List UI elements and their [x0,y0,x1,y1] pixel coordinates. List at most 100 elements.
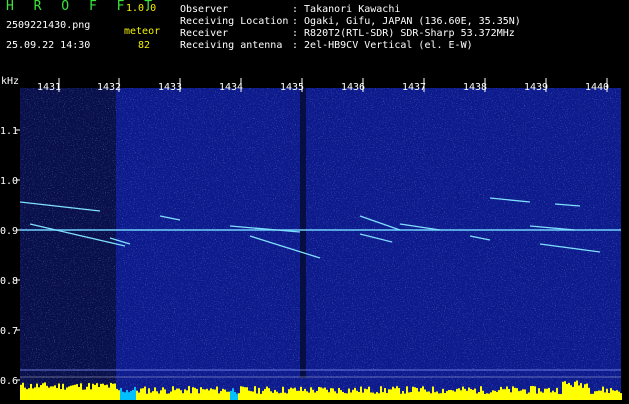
noise-floor-bar [616,390,618,400]
noise-floor-bar [414,387,416,400]
noise-floor-bar [362,392,364,400]
noise-floor-bar [186,390,188,400]
noise-floor-bar [118,390,120,400]
noise-floor-bar [608,392,610,400]
noise-floor-bar [290,387,292,400]
noise-floor-bar [142,388,144,400]
noise-floor-bar [436,391,438,400]
noise-floor-bar [282,386,284,400]
noise-floor-bar [154,387,156,400]
noise-floor-bar [582,387,584,400]
noise-floor-bar [572,386,574,400]
noise-floor-bar [294,387,296,400]
noise-floor-bar [536,393,538,400]
noise-floor-bar [378,393,380,400]
noise-floor-bar [116,388,118,400]
time-label: 1434 [219,82,243,93]
noise-floor-bar [590,393,592,400]
noise-floor-bar [412,386,414,400]
header-panel: H R O F F T 1.0.0 2509221430.png meteor … [0,0,629,74]
noise-floor-bar [292,388,294,400]
noise-floor-bar [380,386,382,400]
noise-floor-bar [198,393,200,400]
noise-floor-bar [298,390,300,400]
antenna-label: Receiving antenna [180,40,283,51]
noise-floor-bar [332,388,334,400]
noise-floor-bar [24,387,26,400]
time-label: 1438 [463,82,487,93]
time-label: 1435 [280,82,304,93]
noise-floor-bar [98,387,100,400]
noise-floor-bar [546,388,548,400]
noise-floor-bar [108,387,110,400]
noise-floor-bar [152,391,154,400]
noise-floor-bar [366,389,368,400]
location-value: : Ogaki, Gifu, JAPAN (136.60E, 35.35N) [292,16,521,27]
noise-floor-bar [124,392,126,400]
noise-floor-bar [80,383,82,400]
noise-floor-bar [160,390,162,400]
noise-floor-bar [568,382,570,400]
noise-floor-bar [440,393,442,400]
noise-floor-bar [584,384,586,400]
noise-floor-bar [466,390,468,400]
noise-floor-bar [408,392,410,400]
noise-floor-bar [448,389,450,400]
noise-floor-bar [432,386,434,400]
noise-floor-bar [580,383,582,400]
noise-floor-bar [190,393,192,400]
noise-floor-bar [134,386,136,400]
noise-floor-bar [120,388,122,400]
noise-floor-bar [468,387,470,400]
noise-floor-bar [44,382,46,400]
noise-floor-bar [420,388,422,400]
freq-label: 0.7 [0,326,18,337]
spectrogram-panel: 1431 1432 1433 1434 1435 1436 1437 1438 1439 1440… [0,74,629,400]
noise-floor-bar [92,383,94,400]
noise-floor-bar [256,393,258,400]
noise-floor-bar [308,392,310,400]
noise-floor-bar [40,385,42,400]
noise-floor-bar [156,391,158,400]
noise-floor-bar [394,388,396,400]
noise-floor-bar [504,389,506,400]
noise-floor-bar [122,391,124,400]
noise-floor-bar [526,393,528,400]
noise-floor-bar [438,393,440,400]
noise-floor-bar [54,385,56,400]
noise-floor-bar [30,383,32,400]
app-version: 1.0.0 [126,3,157,14]
noise-floor-bar [344,393,346,400]
noise-floor-bar [266,386,268,400]
noise-floor-bar [128,392,130,400]
noise-floor-bar [382,392,384,400]
noise-floor-bar [374,393,376,400]
noise-floor-bar [618,391,620,400]
noise-floor-bar [172,386,174,400]
noise-floor-bar [364,388,366,400]
noise-floor-bar [520,390,522,400]
noise-floor-bar [564,381,566,400]
noise-floor-bar [268,388,270,400]
noise-floor-bar [600,390,602,400]
noise-floor-bar [202,389,204,400]
noise-floor-bar [32,388,34,400]
noise-floor-bar [426,391,428,400]
time-label: 1436 [341,82,365,93]
freq-label: 0.6 [0,376,18,387]
noise-floor-bar [620,393,622,400]
noise-floor-bar [428,391,430,400]
noise-floor-bar [388,389,390,400]
noise-floor-bar [548,387,550,400]
noise-floor-bar [148,388,150,400]
noise-floor-bar [236,393,238,400]
noise-floor-bar [348,388,350,400]
noise-floor-bar [404,393,406,400]
observer-label: Observer [180,4,229,15]
noise-floor-bar [316,390,318,400]
noise-floor-bar [270,391,272,400]
noise-floor-bar [244,387,246,400]
noise-floor-bar [594,391,596,400]
noise-floor-bar [140,388,142,400]
noise-floor-bar [220,391,222,400]
